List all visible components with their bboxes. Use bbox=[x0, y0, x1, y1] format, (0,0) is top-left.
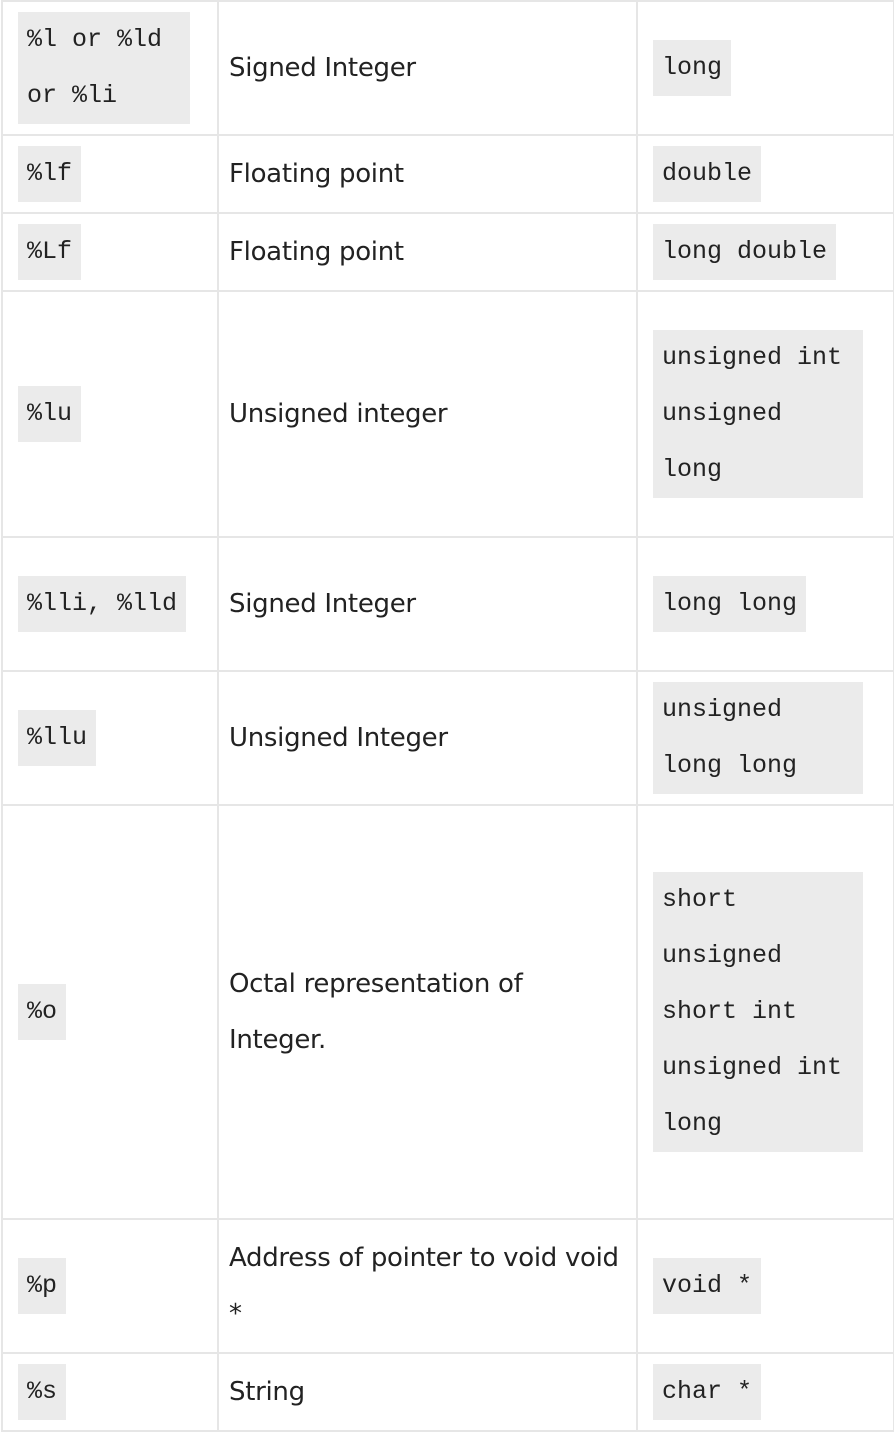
type-cell: void * bbox=[636, 1218, 894, 1354]
table-row: %lu Unsigned integer unsigned int unsign… bbox=[1, 290, 894, 538]
description-cell: Address of pointer to void void * bbox=[217, 1218, 638, 1354]
type-code: long bbox=[653, 40, 732, 96]
type-cell: unsigned int unsigned long bbox=[636, 290, 894, 538]
type-cell: unsigned long long bbox=[636, 670, 894, 806]
description-cell: Floating point bbox=[217, 212, 638, 292]
specifier-cell: %lu bbox=[1, 290, 219, 538]
description-cell: Unsigned integer bbox=[217, 290, 638, 538]
table-row: %p Address of pointer to void void * voi… bbox=[1, 1218, 894, 1354]
specifier-code: %Lf bbox=[18, 224, 82, 280]
specifier-code: %l or %ld or %li bbox=[18, 12, 190, 124]
type-code: void * bbox=[653, 1258, 762, 1314]
format-specifier-table: %l or %ld or %li Signed Integer long %lf… bbox=[1, 0, 894, 1432]
type-cell: double bbox=[636, 134, 894, 214]
table-row: %llu Unsigned Integer unsigned long long bbox=[1, 670, 894, 806]
type-cell: long double bbox=[636, 212, 894, 292]
type-code: unsigned long long bbox=[653, 682, 863, 794]
specifier-cell: %s bbox=[1, 1352, 219, 1432]
description-cell: Signed Integer bbox=[217, 536, 638, 672]
specifier-code: %s bbox=[18, 1364, 67, 1420]
description-cell: Octal representation of Integer. bbox=[217, 804, 638, 1220]
specifier-code: %llu bbox=[18, 710, 97, 766]
type-code: short unsigned short int unsigned int lo… bbox=[653, 872, 863, 1152]
type-code: double bbox=[653, 146, 762, 202]
specifier-code: %lli, %lld bbox=[18, 576, 187, 632]
type-code: long long bbox=[653, 576, 807, 632]
description-cell: String bbox=[217, 1352, 638, 1432]
specifier-cell: %p bbox=[1, 1218, 219, 1354]
description-cell: Signed Integer bbox=[217, 0, 638, 136]
type-cell: char * bbox=[636, 1352, 894, 1432]
description-cell: Unsigned Integer bbox=[217, 670, 638, 806]
type-code: unsigned int unsigned long bbox=[653, 330, 863, 498]
type-code: long double bbox=[653, 224, 837, 280]
type-cell: long long bbox=[636, 536, 894, 672]
specifier-cell: %llu bbox=[1, 670, 219, 806]
specifier-cell: %Lf bbox=[1, 212, 219, 292]
specifier-cell: %l or %ld or %li bbox=[1, 0, 219, 136]
type-code: char * bbox=[653, 1364, 762, 1420]
specifier-cell: %o bbox=[1, 804, 219, 1220]
specifier-cell: %lli, %lld bbox=[1, 536, 219, 672]
table-row: %Lf Floating point long double bbox=[1, 212, 894, 292]
description-cell: Floating point bbox=[217, 134, 638, 214]
table-row: %s String char * bbox=[1, 1352, 894, 1432]
type-cell: long bbox=[636, 0, 894, 136]
specifier-code: %lu bbox=[18, 386, 82, 442]
table-row: %o Octal representation of Integer. shor… bbox=[1, 804, 894, 1220]
table-row: %lf Floating point double bbox=[1, 134, 894, 214]
specifier-cell: %lf bbox=[1, 134, 219, 214]
type-cell: short unsigned short int unsigned int lo… bbox=[636, 804, 894, 1220]
specifier-code: %o bbox=[18, 984, 67, 1040]
table-row: %lli, %lld Signed Integer long long bbox=[1, 536, 894, 672]
specifier-code: %p bbox=[18, 1258, 67, 1314]
table-row: %l or %ld or %li Signed Integer long bbox=[1, 0, 894, 136]
specifier-code: %lf bbox=[18, 146, 82, 202]
